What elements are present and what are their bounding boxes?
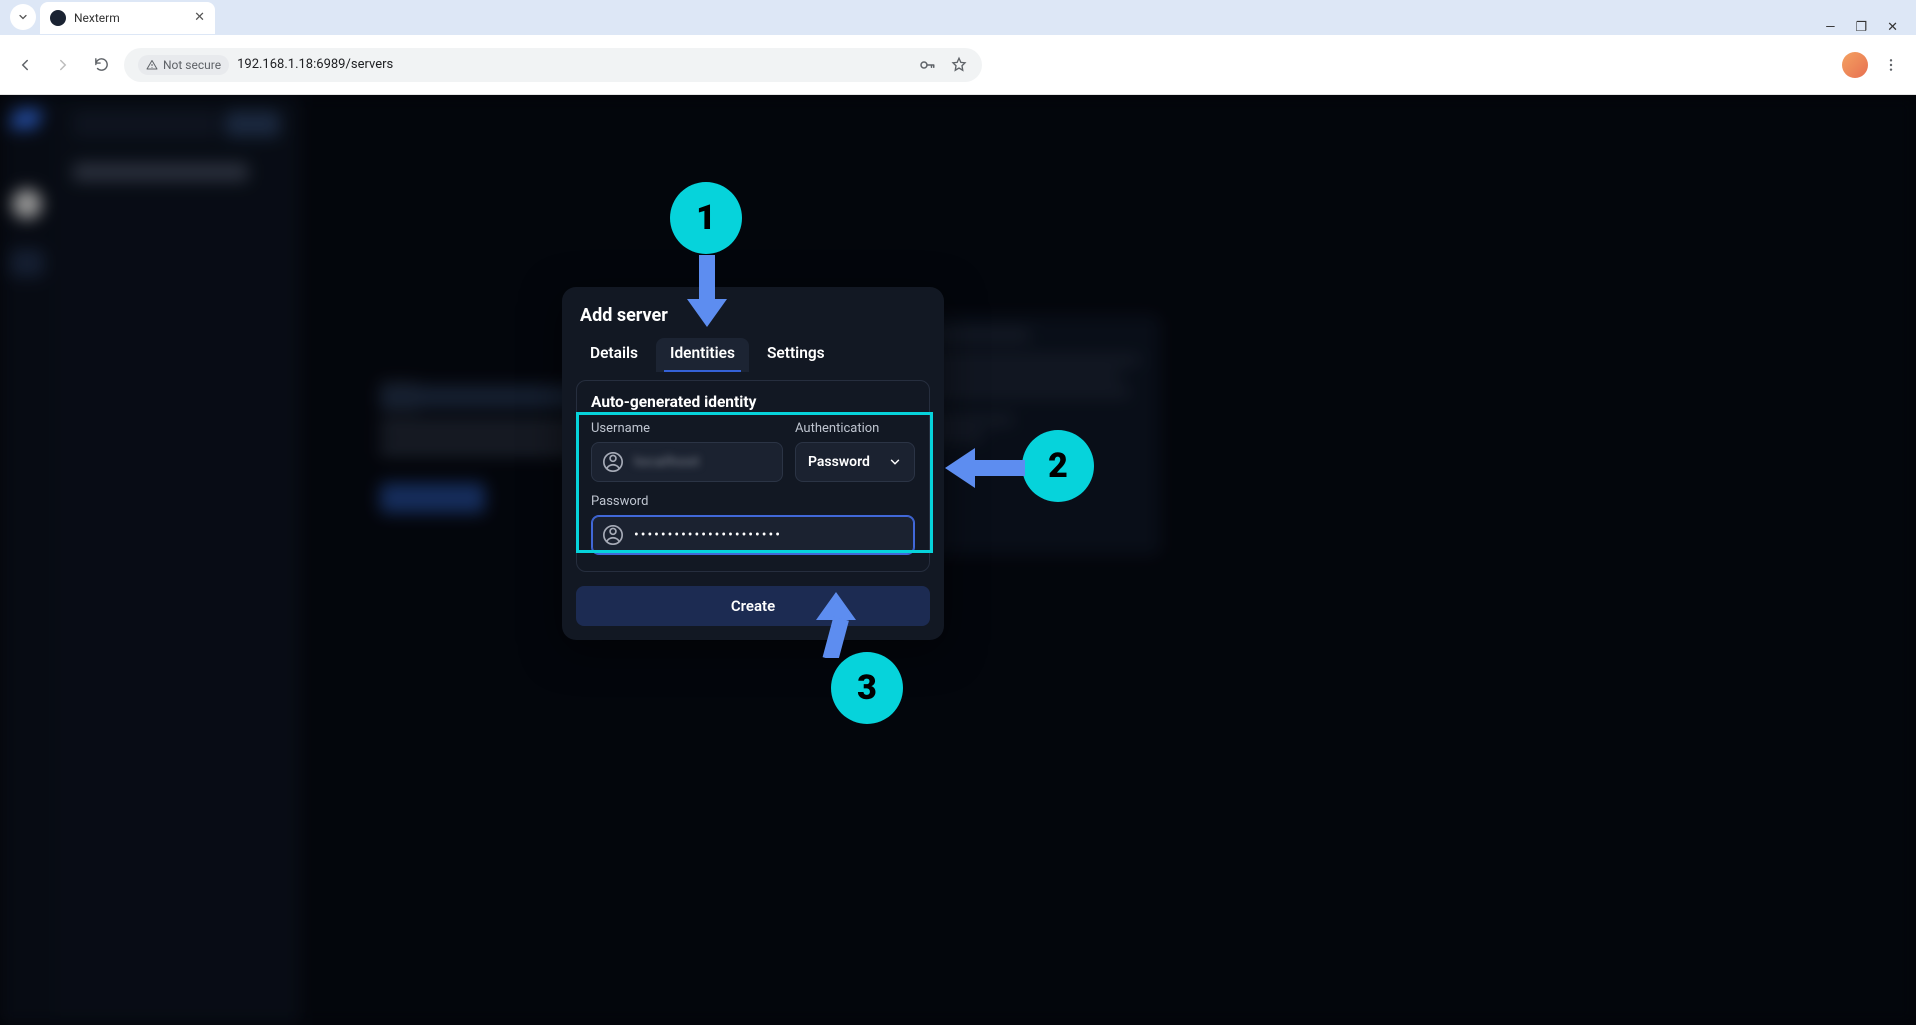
- identity-section-title: Auto-generated identity: [591, 393, 915, 411]
- app-viewport: Add server Details Identities Settings A…: [0, 95, 1916, 1025]
- add-server-modal: Add server Details Identities Settings A…: [562, 287, 944, 640]
- not-secure-label: Not secure: [163, 58, 221, 72]
- browser-tab-strip: Nexterm ✕ — ❐ ✕: [0, 0, 1916, 35]
- tab-favicon: [50, 10, 66, 26]
- kebab-menu-icon: [1883, 57, 1899, 73]
- chevron-down-icon: [17, 11, 29, 23]
- authentication-select[interactable]: Password: [795, 442, 915, 482]
- nav-back-button[interactable]: [10, 50, 40, 80]
- tab-details[interactable]: Details: [576, 338, 652, 372]
- bookmark-star-icon[interactable]: [950, 56, 968, 74]
- modal-tabs: Details Identities Settings: [576, 338, 930, 380]
- address-bar[interactable]: Not secure 192.168.1.18:6989/servers: [124, 48, 982, 82]
- arrow-left-icon: [16, 56, 34, 74]
- password-input-wrap[interactable]: [591, 515, 915, 555]
- user-icon: [602, 524, 624, 546]
- warning-icon: [146, 59, 158, 71]
- not-secure-badge[interactable]: Not secure: [138, 55, 229, 75]
- browser-toolbar: Not secure 192.168.1.18:6989/servers: [0, 35, 1916, 95]
- username-label: Username: [591, 421, 783, 436]
- create-button[interactable]: Create: [576, 586, 930, 626]
- password-label: Password: [591, 494, 915, 509]
- password-input[interactable]: [634, 527, 904, 543]
- window-controls: — ❐ ✕: [1825, 12, 1916, 35]
- username-input-wrap[interactable]: [591, 442, 783, 482]
- tab-identities[interactable]: Identities: [656, 338, 749, 372]
- nav-reload-button[interactable]: [86, 50, 116, 80]
- window-close-button[interactable]: ✕: [1887, 20, 1898, 35]
- browser-menu-button[interactable]: [1876, 57, 1906, 73]
- nav-forward-button[interactable]: [48, 50, 78, 80]
- window-minimize-button[interactable]: —: [1825, 20, 1835, 35]
- reload-icon: [93, 56, 110, 73]
- modal-title: Add server: [576, 303, 930, 338]
- tab-settings[interactable]: Settings: [753, 338, 839, 372]
- browser-tab[interactable]: Nexterm ✕: [40, 2, 215, 34]
- authentication-selected-value: Password: [808, 454, 870, 470]
- tab-close-button[interactable]: ✕: [194, 10, 205, 25]
- password-key-icon[interactable]: [918, 56, 936, 74]
- profile-avatar-button[interactable]: [1842, 52, 1868, 78]
- chevron-down-icon: [888, 455, 902, 469]
- username-input[interactable]: [634, 454, 772, 470]
- tab-search-button[interactable]: [10, 4, 36, 30]
- identity-section: Auto-generated identity Username Authent…: [576, 380, 930, 572]
- user-icon: [602, 451, 624, 473]
- arrow-right-icon: [54, 56, 72, 74]
- address-url: 192.168.1.18:6989/servers: [237, 57, 393, 72]
- authentication-label: Authentication: [795, 421, 915, 436]
- modal-overlay[interactable]: [0, 95, 1916, 1025]
- window-maximize-button[interactable]: ❐: [1855, 20, 1867, 35]
- tab-title: Nexterm: [74, 11, 186, 25]
